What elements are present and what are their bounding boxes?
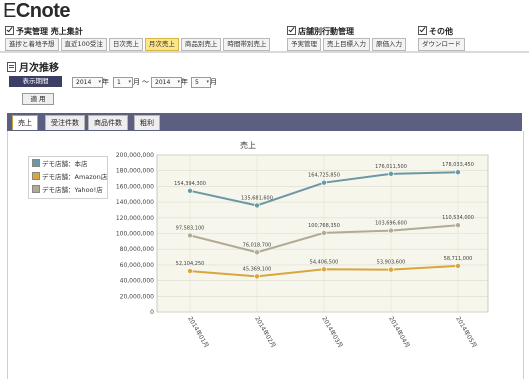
data-label: 54,406,500 (310, 259, 339, 265)
data-point (254, 273, 260, 280)
data-label: 176,011,500 (375, 164, 407, 170)
data-point (187, 188, 193, 194)
data-label: 100,768,350 (308, 223, 340, 229)
x-tick-label: 2014年02月 (253, 315, 277, 349)
data-label: 110,534,000 (442, 215, 474, 221)
data-label: 178,033,450 (442, 162, 474, 168)
data-label: 103,696,600 (375, 221, 407, 227)
data-label: 76,018,700 (243, 242, 272, 248)
data-point (254, 249, 260, 256)
y-tick-label: 140,000,000 (116, 199, 154, 206)
data-point (321, 179, 327, 186)
x-tick-label: 2014年03月 (320, 315, 344, 349)
y-tick-label: 20,000,000 (120, 293, 155, 300)
y-tick-label: 180,000,000 (116, 168, 154, 175)
y-tick-label: 120,000,000 (116, 215, 154, 222)
y-tick-label: 160,000,000 (116, 183, 154, 190)
y-tick-label: 0 (150, 309, 154, 316)
data-point (187, 268, 193, 274)
y-tick-label: 200,000,000 (116, 152, 154, 159)
y-tick-label: 60,000,000 (120, 262, 155, 269)
data-label: 58,711,000 (444, 256, 473, 262)
data-point (187, 232, 193, 239)
x-tick-label: 2014年04月 (387, 315, 411, 349)
x-tick-label: 2014年05月 (454, 315, 478, 349)
data-point (388, 171, 394, 177)
data-label: 52,104,250 (176, 261, 205, 267)
data-point (455, 222, 461, 229)
data-label: 154,394,300 (174, 181, 206, 187)
data-point (254, 202, 260, 209)
line-chart: 0 20,000,000 40,000,000 60,000,000 80,000,00… (116, 152, 489, 349)
data-label: 164,725,850 (308, 173, 340, 179)
data-point (321, 266, 327, 273)
data-label: 45,369,100 (243, 266, 272, 272)
data-point (388, 266, 394, 273)
y-tick-label: 100,000,000 (116, 231, 154, 238)
data-label: 53,903,600 (377, 260, 406, 266)
data-label: 97,583,100 (176, 225, 205, 231)
data-point (321, 230, 327, 236)
y-tick-label: 40,000,000 (120, 278, 155, 285)
data-point (388, 227, 394, 234)
x-tick-label: 2014年01月 (186, 315, 210, 349)
y-tick-label: 80,000,000 (120, 246, 155, 253)
data-point (455, 263, 461, 269)
data-label: 135,681,600 (241, 195, 273, 201)
data-point (455, 169, 461, 176)
